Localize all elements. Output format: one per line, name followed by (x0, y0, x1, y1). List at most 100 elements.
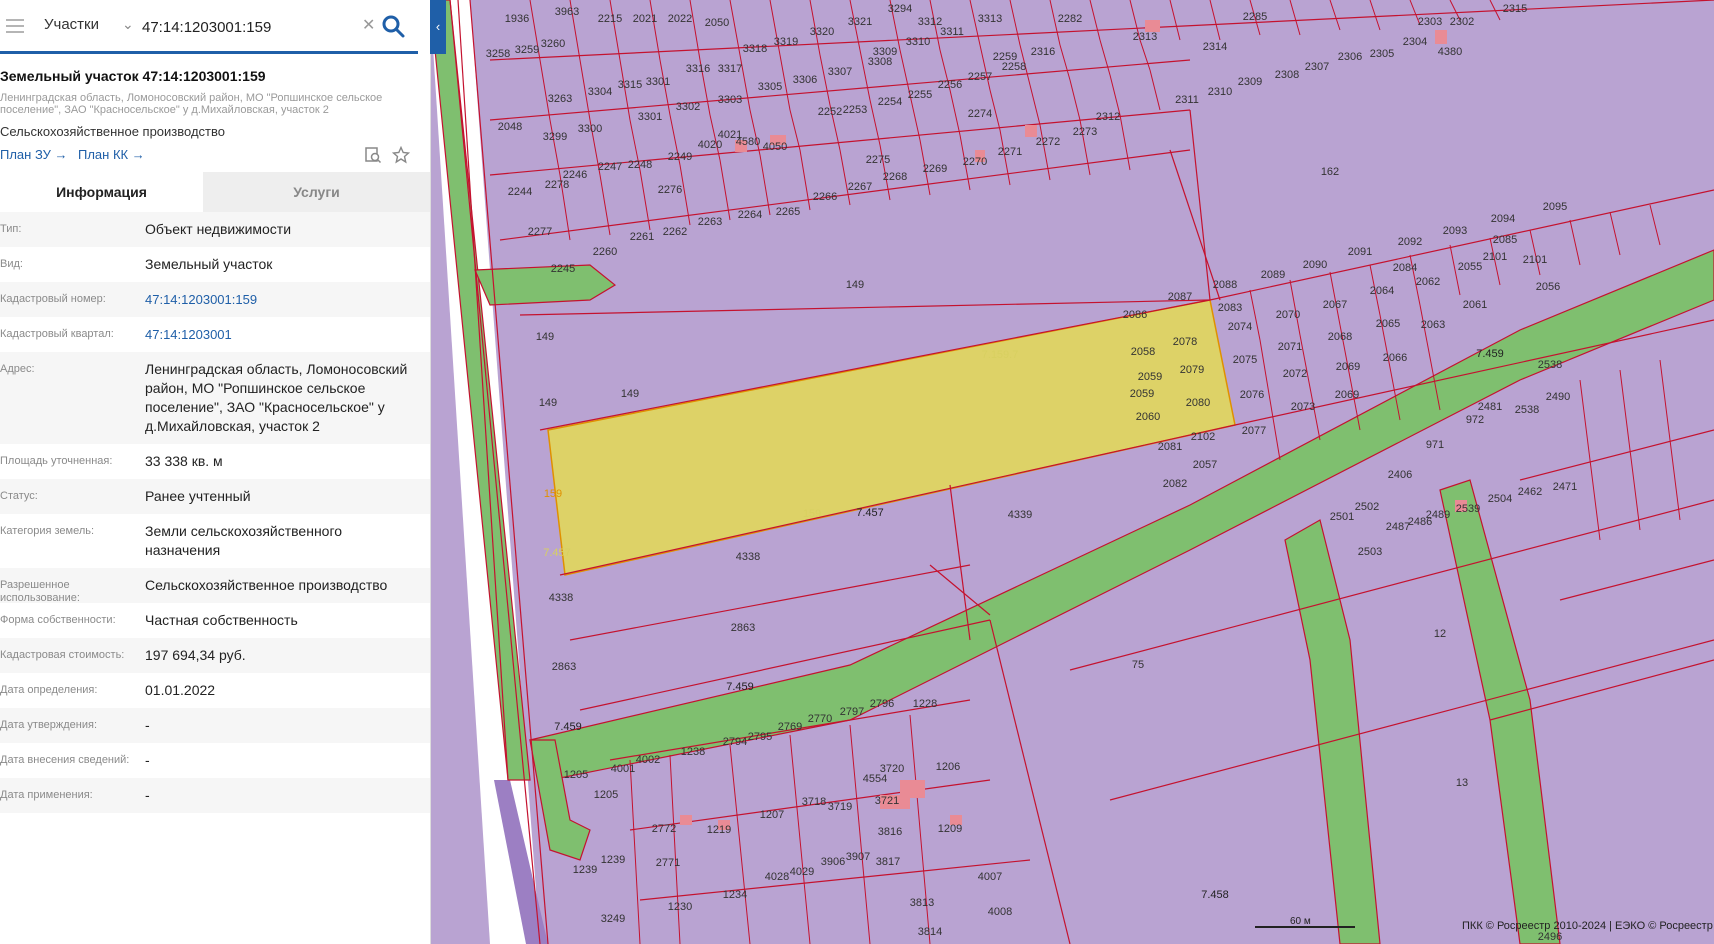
cadastral-map[interactable]: 1936 3963 2215 2021 2022 2050 3318 3319 3320 3… (430, 0, 1714, 944)
svg-text:2539: 2539 (1456, 503, 1480, 515)
svg-text:3299: 3299 (543, 131, 567, 143)
svg-text:2406: 2406 (1388, 469, 1412, 481)
collapse-panel-button[interactable]: ‹ (430, 0, 446, 54)
svg-text:1228: 1228 (913, 698, 937, 710)
svg-text:2285: 2285 (1243, 11, 1267, 23)
svg-text:2065: 2065 (1376, 318, 1400, 330)
svg-text:4580: 4580 (736, 136, 760, 148)
svg-text:2270: 2270 (963, 156, 987, 168)
svg-text:2262: 2262 (663, 226, 687, 238)
svg-text:2307: 2307 (1305, 61, 1329, 73)
svg-text:2274: 2274 (968, 108, 992, 120)
svg-text:2264: 2264 (738, 209, 762, 221)
svg-text:149: 149 (621, 388, 639, 400)
svg-text:2081: 2081 (1158, 441, 1182, 453)
svg-text:2462: 2462 (1518, 486, 1542, 498)
svg-text:2082: 2082 (1163, 478, 1187, 490)
svg-text:2101: 2101 (1523, 254, 1547, 266)
svg-text:3321: 3321 (848, 16, 872, 28)
svg-text:3718: 3718 (802, 796, 826, 808)
svg-text:7.459: 7.459 (554, 721, 582, 733)
svg-text:1234: 1234 (723, 889, 747, 901)
svg-text:2090: 2090 (1303, 259, 1327, 271)
svg-text:149: 149 (539, 397, 557, 409)
svg-text:3816: 3816 (878, 826, 902, 838)
svg-text:2502: 2502 (1355, 501, 1379, 513)
svg-text:1238: 1238 (681, 746, 705, 758)
svg-text:149: 149 (846, 279, 864, 291)
info-row-entry-date: Дата внесения сведений: - (0, 752, 150, 768)
svg-text:2254: 2254 (878, 96, 902, 108)
svg-text:1219: 1219 (707, 824, 731, 836)
svg-text:2538: 2538 (1538, 359, 1562, 371)
info-row-land-category: Категория земель: Земли сельскохозяйствен… (0, 523, 343, 558)
svg-text:2302: 2302 (1450, 16, 1474, 28)
svg-text:2863: 2863 (731, 622, 755, 634)
svg-text:159: 159 (544, 488, 562, 500)
search-input[interactable] (140, 12, 354, 42)
tab-info[interactable]: Информация (0, 172, 203, 212)
svg-text:2504: 2504 (1488, 493, 1512, 505)
svg-text:2089: 2089 (1261, 269, 1285, 281)
svg-text:2257: 2257 (968, 71, 992, 83)
svg-text:2471: 2471 (1553, 481, 1577, 493)
svg-text:2094: 2094 (1491, 213, 1515, 225)
svg-text:3318: 3318 (743, 43, 767, 55)
svg-text:4007: 4007 (978, 871, 1002, 883)
info-rows: Тип: Объект недвижимости Вид: Земельный уч… (0, 212, 430, 813)
svg-text:2244: 2244 (508, 186, 532, 198)
svg-text:2490: 2490 (1546, 391, 1570, 403)
svg-text:7.159.7: 7.159.7 (982, 349, 1019, 361)
svg-text:3721: 3721 (875, 795, 899, 807)
svg-text:2795: 2795 (748, 731, 772, 743)
svg-text:2794: 2794 (723, 736, 747, 748)
svg-text:3312: 3312 (918, 16, 942, 28)
plan-zu-link[interactable]: План ЗУ → (0, 147, 68, 162)
cadastral-number-link[interactable]: 47:14:1203001:159 (145, 282, 410, 317)
svg-text:2310: 2310 (1208, 86, 1232, 98)
search-type-select[interactable]: Участки (44, 16, 99, 33)
svg-text:2277: 2277 (528, 226, 552, 238)
svg-text:2061: 2061 (1463, 299, 1487, 311)
svg-text:3814: 3814 (918, 926, 942, 938)
svg-text:3813: 3813 (910, 897, 934, 909)
chevron-down-icon[interactable]: ⌄ (122, 16, 134, 33)
svg-text:3320: 3320 (810, 26, 834, 38)
cadastral-quarter-link[interactable]: 47:14:1203001 (145, 317, 410, 352)
svg-text:2252: 2252 (818, 106, 842, 118)
search-icon[interactable] (380, 13, 406, 39)
svg-text:3303: 3303 (718, 94, 742, 106)
clear-icon[interactable]: ✕ (362, 15, 375, 35)
copyright-text: ПКК © Росреестр 2010-2024 | ЕЭКО © Росре… (1462, 920, 1713, 932)
svg-text:2863: 2863 (552, 661, 576, 673)
svg-text:2064: 2064 (1370, 285, 1394, 297)
star-icon[interactable] (392, 146, 410, 164)
svg-text:13: 13 (1456, 777, 1468, 789)
tab-services[interactable]: Услуги (203, 172, 430, 212)
svg-text:2258: 2258 (1002, 61, 1026, 73)
svg-text:2304: 2304 (1403, 36, 1427, 48)
svg-text:2059: 2059 (1130, 388, 1154, 400)
svg-text:2022: 2022 (668, 13, 692, 25)
svg-text:2271: 2271 (998, 146, 1022, 158)
svg-text:971: 971 (1426, 439, 1444, 451)
svg-text:3302: 3302 (676, 101, 700, 113)
svg-text:2255: 2255 (908, 89, 932, 101)
svg-text:2075: 2075 (1233, 354, 1257, 366)
tabs: Информация Услуги (0, 172, 430, 212)
svg-text:2067: 2067 (1323, 299, 1347, 311)
svg-text:2309: 2309 (1238, 76, 1262, 88)
svg-text:2276: 2276 (658, 184, 682, 196)
svg-text:2265: 2265 (776, 206, 800, 218)
search-document-icon[interactable] (364, 146, 382, 164)
svg-text:2481: 2481 (1478, 401, 1502, 413)
svg-text:2771: 2771 (656, 857, 680, 869)
plan-kk-link[interactable]: План КК → (78, 147, 145, 162)
info-row-determination-date: Дата определения: 01.01.2022 (0, 682, 216, 698)
svg-text:3907: 3907 (846, 851, 870, 863)
svg-text:2314: 2314 (1203, 41, 1227, 53)
menu-icon[interactable] (6, 19, 24, 33)
svg-text:7.458: 7.458 (1201, 889, 1229, 901)
svg-text:3305: 3305 (758, 81, 782, 93)
svg-text:2249: 2249 (668, 151, 692, 163)
